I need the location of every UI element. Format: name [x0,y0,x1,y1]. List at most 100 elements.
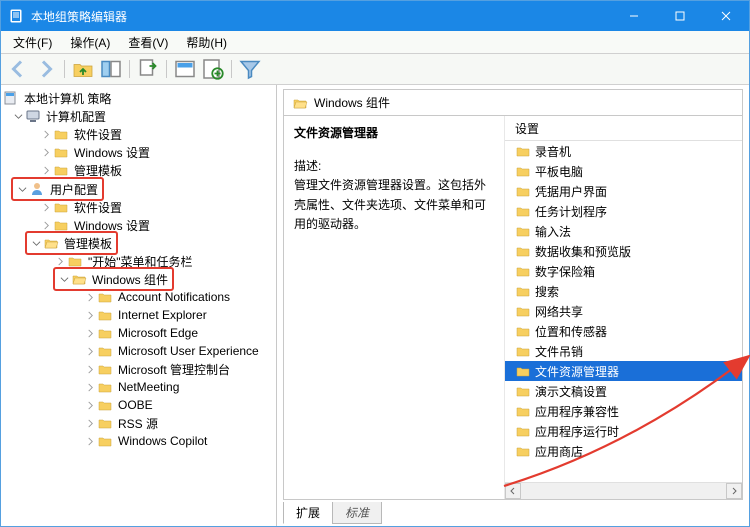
expander-icon[interactable] [11,109,25,123]
folder-icon [515,423,531,439]
tree-item[interactable]: Windows Copilot [116,434,209,448]
back-button[interactable] [5,56,31,82]
maximize-button[interactable] [657,1,703,31]
expander-icon[interactable] [15,182,29,196]
tree-item[interactable]: Account Notifications [116,290,232,304]
expander-icon[interactable] [39,145,53,159]
expander-icon[interactable] [39,200,53,214]
list-item[interactable]: 凭据用户界面 [505,181,742,201]
expander-icon[interactable] [83,362,97,376]
folder-icon [515,243,531,259]
tree-item[interactable]: NetMeeting [116,380,181,394]
description-panel: 文件资源管理器 描述: 管理文件资源管理器设置。这包括外壳属性、文件夹选项、文件… [284,116,505,499]
horizontal-scrollbar[interactable] [505,482,742,499]
folder-icon [515,303,531,319]
expander-icon[interactable] [83,308,97,322]
window-book-icon [9,8,25,24]
tree-item[interactable]: Microsoft User Experience [116,344,261,358]
list-item[interactable]: 平板电脑 [505,161,742,181]
list-item[interactable]: 文件吊销 [505,341,742,361]
expander-icon[interactable] [83,344,97,358]
expander-icon[interactable] [83,416,97,430]
scroll-right-button[interactable] [726,483,742,499]
folder-icon [53,199,69,215]
list-item-label: 数据收集和预览版 [535,243,631,260]
expander-icon[interactable] [57,272,71,286]
list-item[interactable]: 文件资源管理器 [505,361,742,381]
folder-icon [515,343,531,359]
list-item[interactable]: 输入法 [505,221,742,241]
tree-item[interactable]: 软件设置 [72,126,124,143]
tab-extended[interactable]: 扩展 [283,502,333,524]
folder-icon [53,162,69,178]
list-item-label: 位置和传感器 [535,323,607,340]
folder-icon [515,383,531,399]
export-button[interactable] [135,56,161,82]
list-item-label: 平板电脑 [535,163,583,180]
show-hide-tree-button[interactable] [98,56,124,82]
tree-item[interactable]: Windows 设置 [72,144,152,161]
expander-icon[interactable] [83,326,97,340]
folder-icon [97,289,113,305]
expander-icon[interactable] [39,163,53,177]
list-item-label: 输入法 [535,223,571,240]
list-item[interactable]: 应用商店 [505,441,742,461]
tree-item[interactable]: OOBE [116,398,155,412]
menu-action[interactable]: 操作(A) [62,32,118,53]
list-item-label: 搜索 [535,283,559,300]
expander-icon[interactable] [39,218,53,232]
expander-icon[interactable] [39,127,53,141]
list-item[interactable]: 应用程序兼容性 [505,401,742,421]
list-item[interactable]: 数字保险箱 [505,261,742,281]
scroll-left-button[interactable] [505,483,521,499]
folder-icon [97,397,113,413]
tree-item[interactable]: Internet Explorer [116,308,209,322]
expander-icon[interactable] [53,254,67,268]
minimize-button[interactable] [611,1,657,31]
refresh-button[interactable] [172,56,198,82]
folder-icon [97,433,113,449]
menu-help[interactable]: 帮助(H) [178,32,235,53]
tree-pane[interactable]: 本地计算机 策略 计算机配置 软件设置 Windows 设置 管理模板 [1,85,277,526]
up-folder-button[interactable] [70,56,96,82]
toolbar-separator [231,60,232,78]
properties-button[interactable] [200,56,226,82]
tree-user-config[interactable]: 用户配置 [48,181,100,198]
forward-button[interactable] [33,56,59,82]
settings-list[interactable]: 录音机平板电脑凭据用户界面任务计划程序输入法数据收集和预览版数字保险箱搜索网络共… [505,141,742,482]
tree-item[interactable]: Microsoft Edge [116,326,200,340]
menu-file[interactable]: 文件(F) [5,32,60,53]
selected-item-title: 文件资源管理器 [294,124,494,143]
expander-icon[interactable] [29,236,43,250]
folder-icon [53,144,69,160]
tab-standard[interactable]: 标准 [332,502,382,524]
list-item[interactable]: 应用程序运行时 [505,421,742,441]
list-item[interactable]: 搜索 [505,281,742,301]
column-header-settings[interactable]: 设置 [505,116,742,141]
computer-icon [25,108,41,124]
tree-item[interactable]: Microsoft 管理控制台 [116,361,232,378]
folder-icon [97,325,113,341]
list-item[interactable]: 位置和传感器 [505,321,742,341]
filter-button[interactable] [237,56,263,82]
tree-windows-components[interactable]: Windows 组件 [90,271,170,288]
tree-item[interactable]: 软件设置 [72,199,124,216]
list-item[interactable]: 数据收集和预览版 [505,241,742,261]
tree-item[interactable]: 管理模板 [72,162,124,179]
expander-icon[interactable] [83,290,97,304]
list-item[interactable]: 演示文稿设置 [505,381,742,401]
menu-view[interactable]: 查看(V) [120,32,176,53]
folder-open-icon [292,95,308,111]
folder-icon [515,263,531,279]
tree-admin-templates[interactable]: 管理模板 [62,235,114,252]
list-item[interactable]: 任务计划程序 [505,201,742,221]
close-button[interactable] [703,1,749,31]
tree-item[interactable]: RSS 源 [116,415,160,432]
expander-icon[interactable] [83,434,97,448]
expander-icon[interactable] [83,398,97,412]
expander-icon[interactable] [83,380,97,394]
tree-root[interactable]: 本地计算机 策略 [22,90,113,107]
list-item[interactable]: 录音机 [505,141,742,161]
tree-computer-config[interactable]: 计算机配置 [44,108,108,125]
list-item[interactable]: 网络共享 [505,301,742,321]
